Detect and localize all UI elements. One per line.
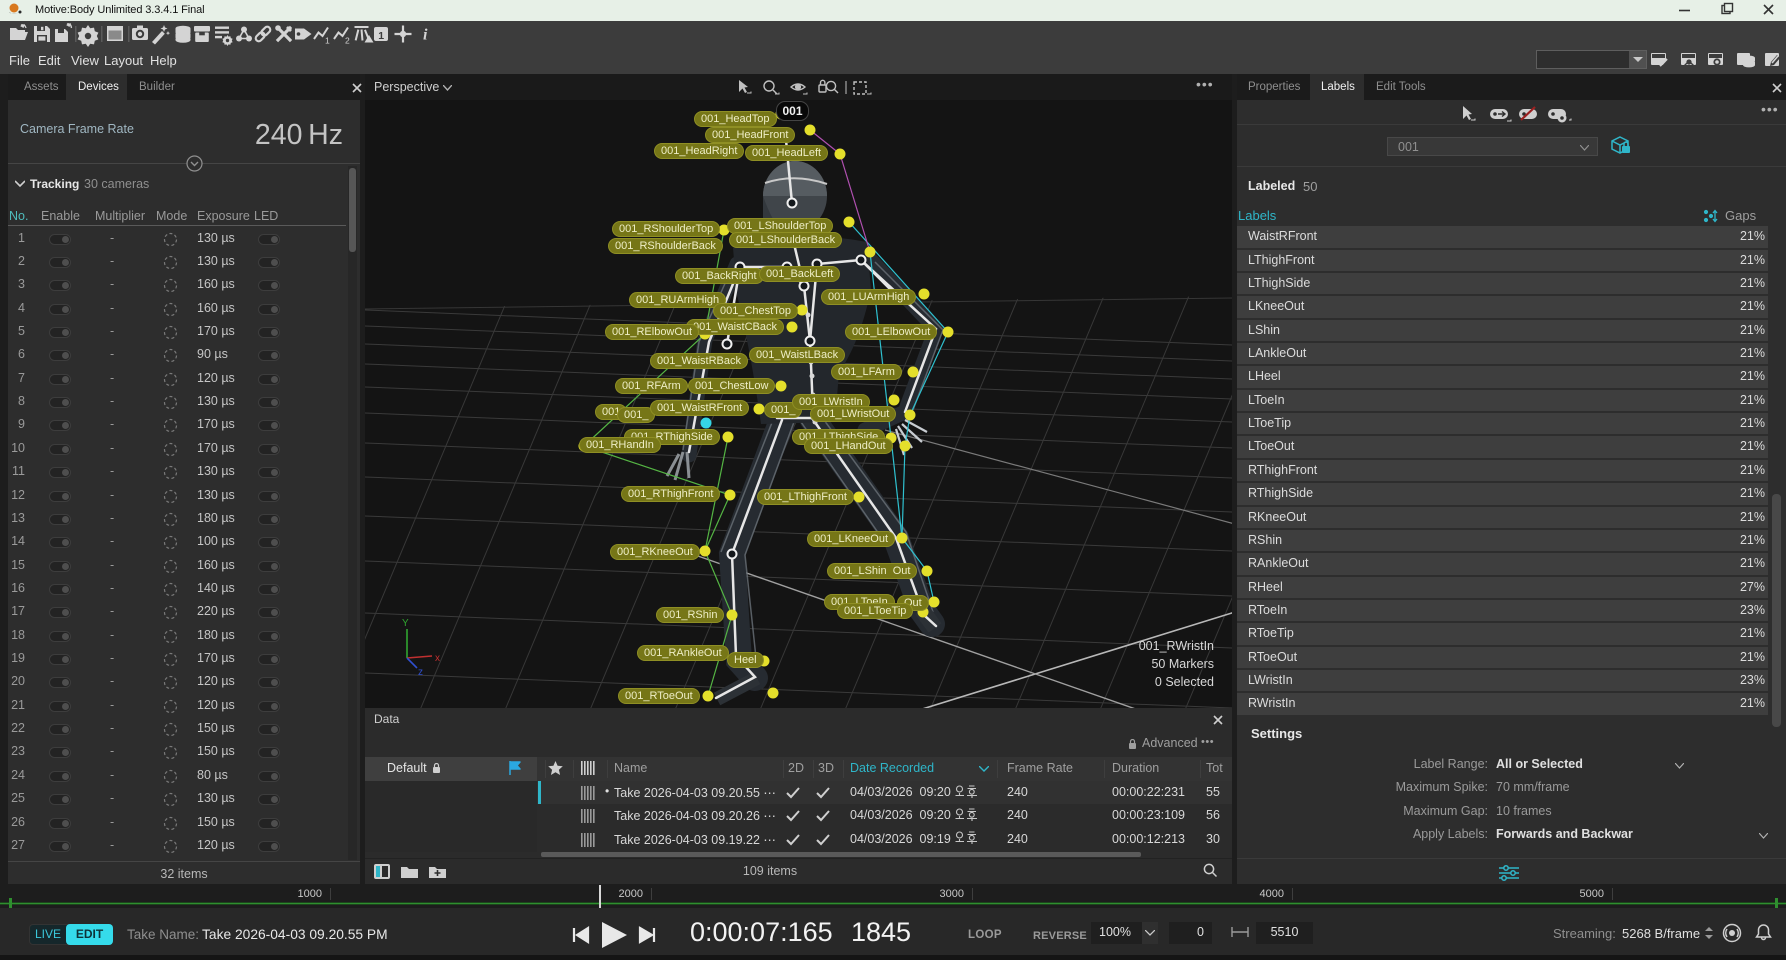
svg-text:2: 2 (345, 36, 350, 46)
svg-text:1: 1 (325, 36, 330, 46)
svg-text:x: x (435, 653, 440, 664)
svg-text:z: z (418, 667, 423, 678)
svg-text:i: i (423, 27, 428, 44)
svg-text:1: 1 (378, 30, 384, 42)
svg-text:Y: Y (402, 618, 409, 629)
